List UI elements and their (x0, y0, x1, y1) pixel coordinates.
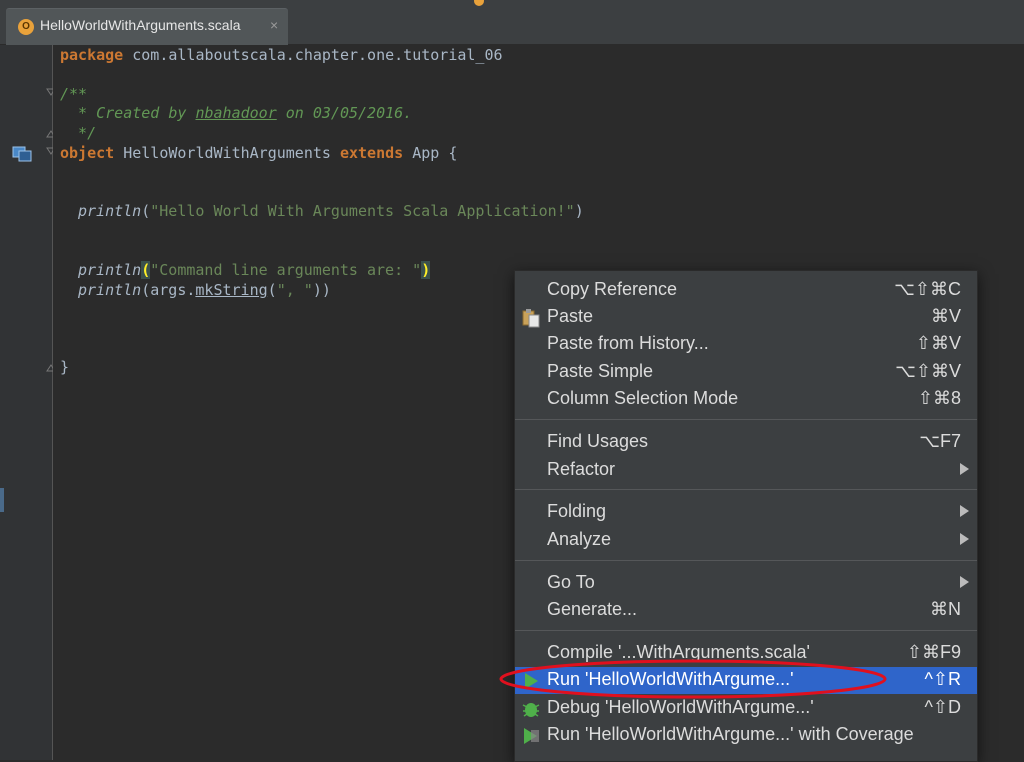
menu-separator (515, 419, 977, 420)
menu-item-analyze[interactable]: Analyze (515, 527, 977, 554)
code-line-println-command: println("Command line arguments are: ") (78, 261, 431, 279)
paste-icon (522, 309, 540, 328)
menu-item-folding[interactable]: Folding (515, 499, 977, 526)
code-line-comment-author: * Created by nbahadoor on 03/05/2016. (60, 104, 413, 122)
run-object-gutter-icon[interactable] (12, 146, 32, 162)
menu-item-refactor[interactable]: Refactor (515, 457, 977, 484)
menu-item-paste-simple[interactable]: Paste Simple ⌥⇧⌘V (515, 359, 977, 386)
tab-bar-edge (976, 0, 1016, 5)
coverage-icon (524, 728, 539, 744)
menu-separator (515, 630, 977, 631)
menu-item-run-with-coverage[interactable]: Run 'HelloWorldWithArgume...' with Cover… (515, 722, 977, 749)
submenu-arrow-icon (960, 463, 969, 475)
close-icon[interactable]: × (270, 17, 278, 33)
menu-item-paste[interactable]: Paste ⌘V (515, 304, 977, 331)
code-line-comment-end: */ (60, 124, 97, 142)
code-line-close-brace: } (60, 358, 70, 376)
code-line-println-args: println(args.mkString(", ")) (78, 281, 331, 299)
code-line-object: object HelloWorldWithArguments extends A… (60, 144, 458, 162)
menu-item-copy-reference[interactable]: Copy Reference ⌥⇧⌘C (515, 277, 977, 304)
submenu-arrow-icon (960, 505, 969, 517)
file-tab[interactable]: O HelloWorldWithArguments.scala × (6, 8, 288, 45)
menu-item-go-to[interactable]: Go To (515, 570, 977, 597)
highlight-ellipse-annotation (499, 659, 887, 699)
menu-item-column-selection-mode[interactable]: Column Selection Mode ⇧⌘8 (515, 386, 977, 413)
editor-tab-bar: O HelloWorldWithArguments.scala × (0, 0, 1024, 45)
tab-title: HelloWorldWithArguments.scala (40, 17, 241, 33)
submenu-arrow-icon (960, 533, 969, 545)
menu-item-find-usages[interactable]: Find Usages ⌥F7 (515, 429, 977, 456)
menu-item-generate[interactable]: Generate... ⌘N (515, 597, 977, 624)
submenu-arrow-icon (960, 576, 969, 588)
scala-object-icon: O (18, 19, 34, 35)
tab-indicator-icon (474, 0, 484, 6)
menu-separator (515, 560, 977, 561)
menu-item-paste-from-history[interactable]: Paste from History... ⇧⌘V (515, 331, 977, 358)
code-line-package: package com.allaboutscala.chapter.one.tu… (60, 46, 503, 64)
code-line-println-hello: println("Hello World With Arguments Scal… (78, 202, 584, 220)
gutter-marker (0, 488, 4, 512)
menu-separator (515, 489, 977, 490)
code-line-comment-start: /** (60, 85, 88, 103)
debug-icon (522, 703, 540, 717)
